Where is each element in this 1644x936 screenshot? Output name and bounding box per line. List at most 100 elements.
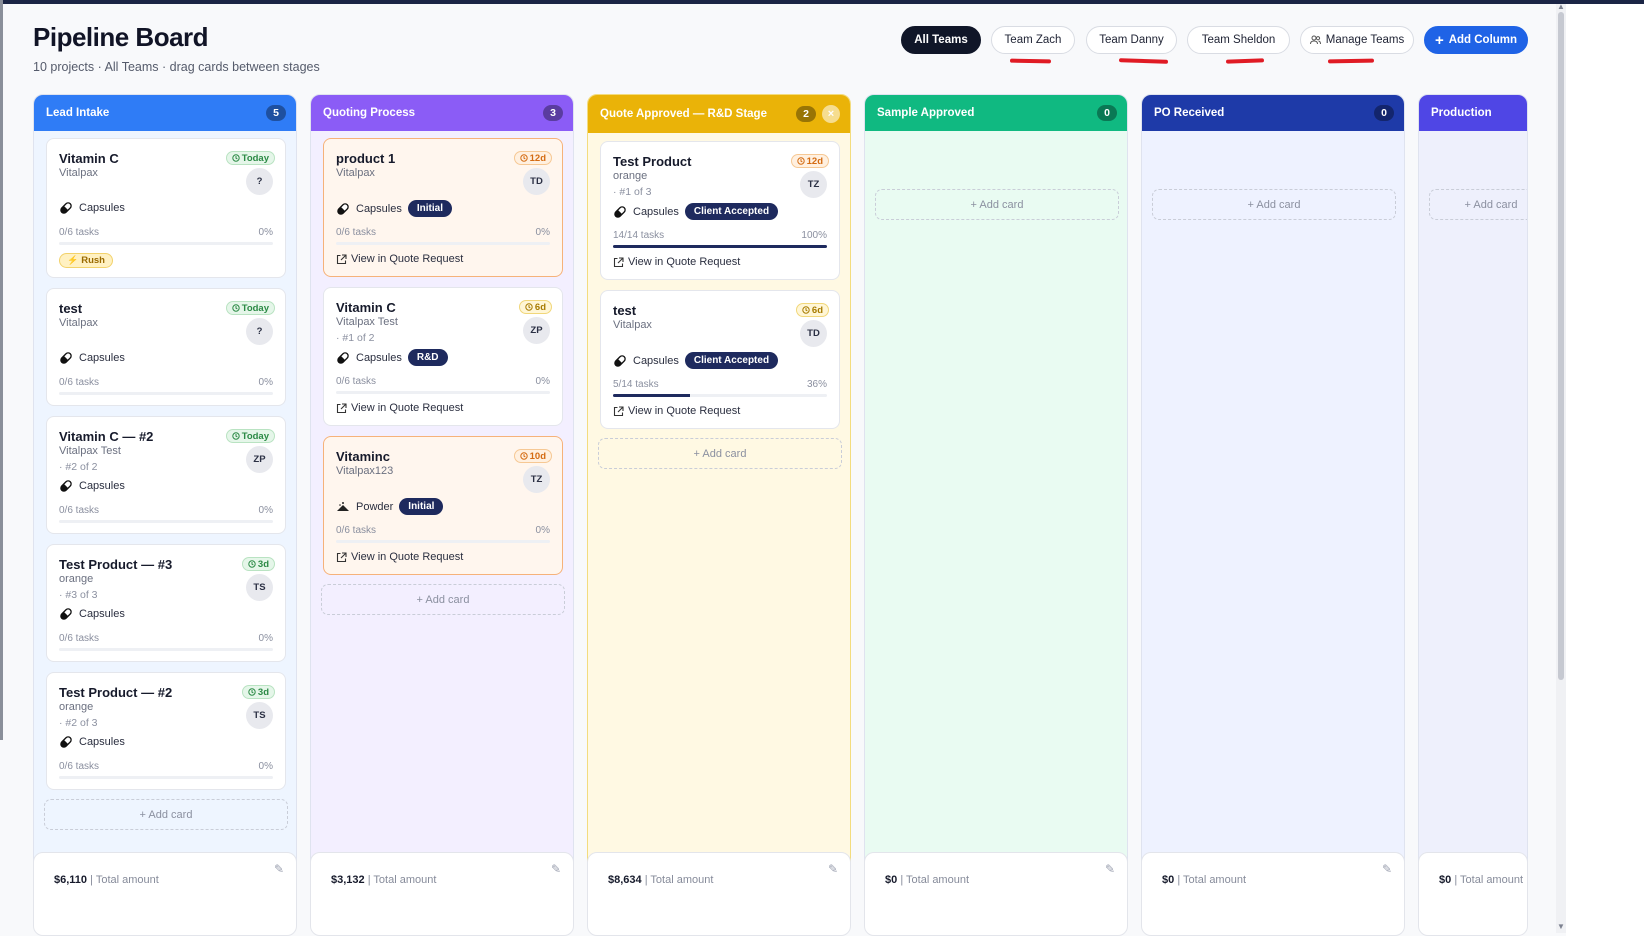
pipeline-card[interactable]: test Vitalpax 6d TD Capsules Client Accepted 5… xyxy=(600,290,840,429)
filter-team-danny[interactable]: Team Danny xyxy=(1086,26,1177,54)
pipeline-card[interactable]: Vitaminc Vitalpax123 10d TZ Powder Initial 0/6… xyxy=(323,436,563,575)
task-count: 5/14 tasks xyxy=(613,379,659,390)
assignee-avatar[interactable]: TS xyxy=(246,702,273,729)
add-card-button[interactable]: + Add card xyxy=(44,799,288,830)
total-amount: $0 | Total amount xyxy=(1162,874,1246,886)
add-card-button[interactable]: + Add card xyxy=(1429,189,1527,220)
column-title: Sample Approved xyxy=(877,107,975,119)
capsule-icon xyxy=(337,351,349,364)
pipeline-card[interactable]: Test Product — #3 orange · #3 of 3 3d TS Caps… xyxy=(46,544,286,662)
page-subtitle: 10 projects · All Teams · drag cards bet… xyxy=(33,60,320,74)
add-column-button[interactable]: + Add Column xyxy=(1424,26,1528,54)
manage-teams-label: Manage Teams xyxy=(1325,34,1405,46)
task-percent: 100% xyxy=(801,230,827,241)
task-summary: 5/14 tasks 36% xyxy=(613,379,827,390)
product-form-label: Capsules xyxy=(633,354,679,367)
column-header[interactable]: Quoting Process 3 xyxy=(311,95,573,131)
filter-team-sheldon[interactable]: Team Sheldon xyxy=(1187,26,1290,54)
pipeline-card[interactable]: Vitamin C Vitalpax Today? Capsules 0/6 tasks… xyxy=(46,138,286,278)
task-summary: 0/6 tasks 0% xyxy=(336,376,550,387)
pipeline-card[interactable]: Vitamin C Vitalpax Test · #1 of 2 6d ZP Capsu… xyxy=(323,287,563,426)
card-title: Test Product xyxy=(613,154,692,169)
edit-pencil-icon[interactable]: ✎ xyxy=(551,862,561,876)
due-label: 3d xyxy=(257,686,269,698)
total-amount: $6,110 | Total amount xyxy=(54,874,159,886)
assignee-avatar[interactable]: ? xyxy=(246,168,273,195)
progress-bar xyxy=(59,392,273,395)
filter-all-teams[interactable]: All Teams xyxy=(901,26,981,54)
progress-bar xyxy=(59,648,273,651)
clock-icon xyxy=(519,154,528,162)
edit-pencil-icon[interactable]: ✎ xyxy=(828,862,838,876)
column-header[interactable]: PO Received 0 xyxy=(1142,95,1404,131)
progress-bar xyxy=(336,540,550,543)
column-header[interactable]: Production xyxy=(1419,95,1527,131)
scroll-down-icon[interactable]: ▼ xyxy=(1557,922,1565,931)
assignee-avatar[interactable]: TZ xyxy=(800,171,827,198)
column-total-footer: $3,132 | Total amount ✎ xyxy=(310,852,574,936)
filter-team-zach[interactable]: Team Zach xyxy=(991,26,1075,54)
total-label: | Total amount xyxy=(1177,874,1247,886)
add-card-button[interactable]: + Add card xyxy=(875,189,1119,220)
column-total-footer: $8,634 | Total amount ✎ xyxy=(587,852,851,936)
pipeline-card[interactable]: Test Product orange · #1 of 3 12d TZ Capsules… xyxy=(600,141,840,280)
column-header[interactable]: Sample Approved 0 xyxy=(865,95,1127,131)
card-client: orange xyxy=(59,701,94,713)
clock-icon xyxy=(525,303,533,311)
add-card-button[interactable]: + Add card xyxy=(1152,189,1396,220)
close-icon[interactable]: × xyxy=(822,105,840,123)
right-margin xyxy=(1566,4,1644,936)
view-quote-request-link[interactable]: View in Quote Request xyxy=(613,405,740,417)
scrollbar-thumb[interactable] xyxy=(1558,12,1564,680)
product-form-label: Capsules xyxy=(633,205,679,218)
pipeline-card[interactable]: product 1 Vitalpax 12d TD Capsules Initial 0/6… xyxy=(323,138,563,277)
task-count: 0/6 tasks xyxy=(59,227,100,238)
column-header[interactable]: Lead Intake 5 xyxy=(34,95,296,131)
assignee-avatar[interactable]: TD xyxy=(523,168,550,195)
pipeline-column: Production + Add card xyxy=(1418,94,1528,878)
annotation-underline xyxy=(1118,58,1169,64)
total-amount: $8,634 | Total amount xyxy=(608,874,713,886)
due-badge: 3d xyxy=(241,685,275,699)
edit-pencil-icon[interactable]: ✎ xyxy=(1105,862,1115,876)
add-card-button[interactable]: + Add card xyxy=(598,438,842,469)
bolt-icon: ⚡ xyxy=(67,255,79,265)
link-label: View in Quote Request xyxy=(628,405,741,417)
assignee-avatar[interactable]: ZP xyxy=(523,317,550,344)
scroll-up-icon[interactable]: ▲ xyxy=(1557,2,1565,11)
edit-pencil-icon[interactable]: ✎ xyxy=(274,862,284,876)
due-badge: 6d xyxy=(518,300,552,314)
progress-bar xyxy=(59,776,273,779)
pipeline-card[interactable]: Test Product — #2 orange · #2 of 3 3d TS Caps… xyxy=(46,672,286,790)
task-percent: 0% xyxy=(535,227,550,238)
manage-teams-button[interactable]: Manage Teams xyxy=(1300,26,1414,54)
external-link-icon xyxy=(336,551,347,562)
vertical-scrollbar[interactable]: ▲ ▼ xyxy=(1556,2,1566,933)
assignee-avatar[interactable]: TZ xyxy=(523,466,550,493)
pipeline-card[interactable]: test Vitalpax Today? Capsules 0/6 tasks 0% xyxy=(46,288,286,406)
view-quote-request-link[interactable]: View in Quote Request xyxy=(336,402,463,414)
column-header[interactable]: Quote Approved — R&D Stage 2 × xyxy=(588,95,850,133)
card-client: Vitalpax123 xyxy=(336,465,394,477)
view-quote-request-link[interactable]: View in Quote Request xyxy=(613,256,740,268)
total-value: $8,634 xyxy=(608,874,642,886)
edit-pencil-icon[interactable]: ✎ xyxy=(1382,862,1392,876)
assignee-avatar[interactable]: ZP xyxy=(246,446,273,473)
assignee-avatar[interactable]: TS xyxy=(246,574,273,601)
pipeline-card[interactable]: Vitamin C — #2 Vitalpax Test · #2 of 2 Toda… xyxy=(46,416,286,534)
add-card-button[interactable]: + Add card xyxy=(321,584,565,615)
product-form: Capsules Client Accepted xyxy=(613,203,779,220)
capsule-icon xyxy=(614,205,626,218)
progress-bar xyxy=(336,391,550,394)
view-quote-request-link[interactable]: View in Quote Request xyxy=(336,551,463,563)
total-label: | Total amount xyxy=(367,874,437,886)
task-summary: 0/6 tasks 0% xyxy=(59,761,273,772)
due-badge: 12d xyxy=(790,154,829,168)
assignee-avatar[interactable]: ? xyxy=(246,318,273,345)
view-quote-request-link[interactable]: View in Quote Request xyxy=(336,253,463,265)
due-label: Today xyxy=(241,430,269,442)
task-percent: 0% xyxy=(535,525,550,536)
assignee-avatar[interactable]: TD xyxy=(800,320,827,347)
column-count-badge: 2 xyxy=(796,106,816,122)
plus-icon: + xyxy=(1434,31,1444,49)
